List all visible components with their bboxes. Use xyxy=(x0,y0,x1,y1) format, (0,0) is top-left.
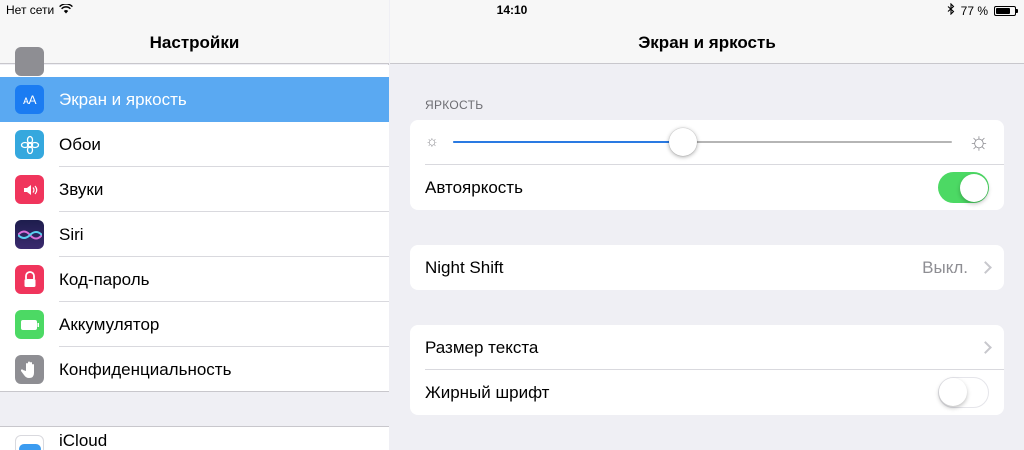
wallpaper-icon xyxy=(15,130,44,159)
text-card: Размер текста Жирный шрифт xyxy=(410,325,1004,415)
sidebar-item-label: Siri xyxy=(59,224,84,244)
brightness-slider-thumb[interactable] xyxy=(668,128,697,156)
status-bar: Нет сети 14:10 77 % xyxy=(0,0,1024,20)
night-shift-label: Night Shift xyxy=(425,257,504,277)
night-shift-value: Выкл. xyxy=(922,257,968,277)
sidebar-item-label: Звуки xyxy=(59,179,104,199)
sidebar-item-privacy[interactable]: Конфиденциальность xyxy=(0,347,389,392)
brightness-high-icon: ☼ xyxy=(968,128,990,155)
sidebar-title: Настройки xyxy=(149,33,240,52)
bold-text-toggle[interactable] xyxy=(938,377,989,408)
sidebar-item-siri[interactable]: Siri xyxy=(0,212,389,257)
sidebar-item-label: Обои xyxy=(59,134,101,154)
siri-icon xyxy=(15,220,44,249)
sidebar-item-sounds[interactable]: Звуки xyxy=(0,167,389,212)
icloud-icon xyxy=(15,435,44,450)
auto-brightness-toggle[interactable] xyxy=(938,172,989,203)
sidebar-item-display-brightness[interactable]: ᴀA Экран и яркость xyxy=(0,77,389,122)
privacy-hand-icon xyxy=(15,355,44,384)
passcode-lock-icon xyxy=(15,265,44,294)
battery-icon xyxy=(15,310,44,339)
list-item-partial[interactable] xyxy=(0,47,389,77)
settings-sidebar: Настройки ᴀA Экран и яркость Обои Звуки xyxy=(0,0,389,450)
display-brightness-icon: ᴀA xyxy=(15,85,44,114)
sidebar-item-label: Код-пароль xyxy=(59,269,150,289)
bold-text-label: Жирный шрифт xyxy=(425,382,550,402)
sidebar-item-icloud[interactable]: iCloud xyxy=(0,427,389,450)
text-size-label: Размер текста xyxy=(425,337,539,357)
brightness-low-icon: ☼ xyxy=(425,133,439,150)
brightness-section-label: ЯРКОСТЬ xyxy=(425,98,484,112)
chevron-right-icon xyxy=(979,261,992,274)
sidebar-item-battery[interactable]: Аккумулятор xyxy=(0,302,389,347)
sidebar-item-passcode[interactable]: Код-пароль xyxy=(0,257,389,302)
bold-text-row: Жирный шрифт xyxy=(410,370,1004,415)
auto-brightness-label: Автояркость xyxy=(425,177,523,197)
brightness-slider[interactable] xyxy=(453,128,952,156)
night-shift-card: Night Shift Выкл. xyxy=(410,245,1004,290)
detail-pane: Экран и яркость ЯРКОСТЬ ☼ ☼ Автояркость … xyxy=(390,0,1024,450)
sidebar-item-label: iCloud xyxy=(59,431,108,450)
sidebar-item-label: Экран и яркость xyxy=(59,89,187,109)
brightness-card: ☼ ☼ Автояркость xyxy=(410,120,1004,210)
battery-percent: 77 % xyxy=(960,3,988,18)
sidebar-item-wallpaper[interactable]: Обои xyxy=(0,122,389,167)
brightness-slider-row: ☼ ☼ xyxy=(410,120,1004,165)
auto-brightness-row: Автояркость xyxy=(410,165,1004,210)
status-time: 14:10 xyxy=(496,3,528,17)
page-title: Экран и яркость xyxy=(638,33,776,52)
sidebar-item-label: Аккумулятор xyxy=(59,314,160,334)
night-shift-row[interactable]: Night Shift Выкл. xyxy=(410,245,1004,290)
sidebar-list: ᴀA Экран и яркость Обои Звуки Siri Код-п… xyxy=(0,47,389,392)
sounds-icon xyxy=(15,175,44,204)
general-icon xyxy=(15,47,44,76)
bluetooth-icon xyxy=(947,2,955,18)
sidebar-item-label: Конфиденциальность xyxy=(59,359,232,379)
chevron-right-icon xyxy=(979,341,992,354)
battery-indicator-icon xyxy=(994,5,1018,16)
section-gap xyxy=(0,391,389,427)
text-size-row[interactable]: Размер текста xyxy=(410,325,1004,370)
